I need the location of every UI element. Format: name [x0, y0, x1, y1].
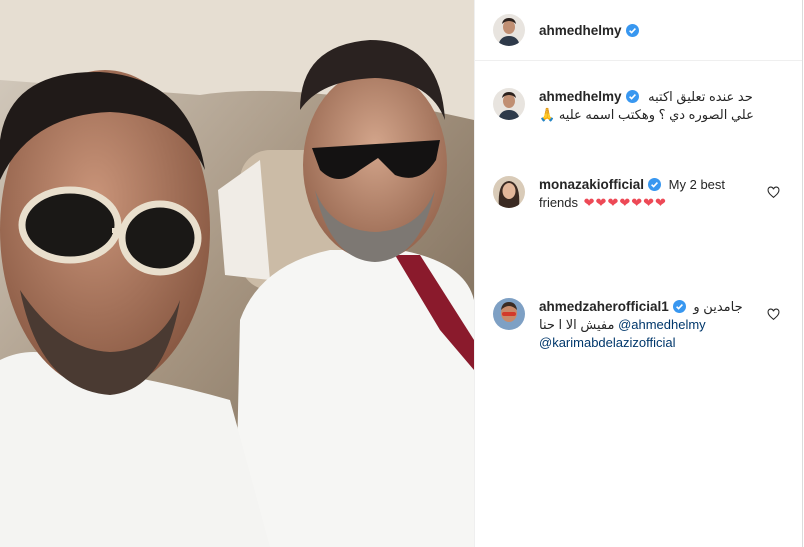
comment-item: ahmedzaherofficial1 جامدين و مفيش الا ا … [493, 298, 793, 352]
comment-body-mid: مفيش الا ا حنا [539, 317, 615, 332]
verified-badge-icon [625, 90, 639, 103]
caption-comment: ahmedhelmy حد عنده تعليق اكتبه 🙏 علي الص… [493, 88, 793, 124]
red-hearts-emoji-icon: ❤❤❤❤❤❤❤ [583, 195, 667, 210]
comment-item: monazakiofficial My 2 best friends ❤❤❤❤❤… [493, 176, 793, 212]
comment-body: جامدين و [693, 299, 743, 314]
comment-body-line2: friends [539, 195, 579, 210]
avatar[interactable] [493, 176, 525, 208]
comment-text: monazakiofficial My 2 best friends ❤❤❤❤❤… [539, 176, 769, 212]
avatar-image [493, 88, 525, 120]
verified-badge-icon [625, 23, 639, 37]
comment-text: ahmedhelmy حد عنده تعليق اكتبه 🙏 علي الص… [539, 88, 769, 124]
instagram-post: ahmedhelmy ahmedhelmy حد عنده تعليق اكتب… [0, 0, 804, 547]
pray-emoji-icon: 🙏 [539, 107, 556, 122]
header-username[interactable]: ahmedhelmy [539, 23, 622, 38]
verified-badge-icon [648, 178, 662, 191]
avatar[interactable] [493, 298, 525, 330]
comment-body-line1: حد عنده تعليق اكتبه [648, 89, 753, 104]
avatar-image [493, 298, 525, 330]
header-username-block: ahmedhelmy [539, 23, 639, 38]
comment-body-line2: علي الصوره دي ؟ وهكتب اسمه عليه [558, 107, 754, 122]
avatar-image [493, 14, 525, 46]
heart-outline-icon[interactable] [767, 308, 780, 321]
comment-text: ahmedzaherofficial1 جامدين و مفيش الا ا … [539, 298, 769, 352]
mention-link[interactable]: @karimabdelazizofficial [539, 335, 676, 350]
post-photo[interactable] [0, 0, 474, 547]
comment-body: My 2 best [668, 177, 726, 192]
selfie-image [0, 0, 474, 547]
avatar[interactable] [493, 88, 525, 120]
post-header: ahmedhelmy [475, 0, 802, 61]
avatar[interactable] [493, 14, 525, 46]
avatar-image [493, 176, 525, 208]
verified-badge-icon [672, 300, 686, 313]
comment-username[interactable]: monazakiofficial [539, 177, 644, 192]
comment-username[interactable]: ahmedhelmy [539, 89, 622, 104]
heart-outline-icon[interactable] [767, 186, 780, 199]
post-side-panel: ahmedhelmy ahmedhelmy حد عنده تعليق اكتب… [474, 0, 803, 547]
comment-username[interactable]: ahmedzaherofficial1 [539, 299, 669, 314]
mention-link[interactable]: @ahmedhelmy [618, 317, 706, 332]
